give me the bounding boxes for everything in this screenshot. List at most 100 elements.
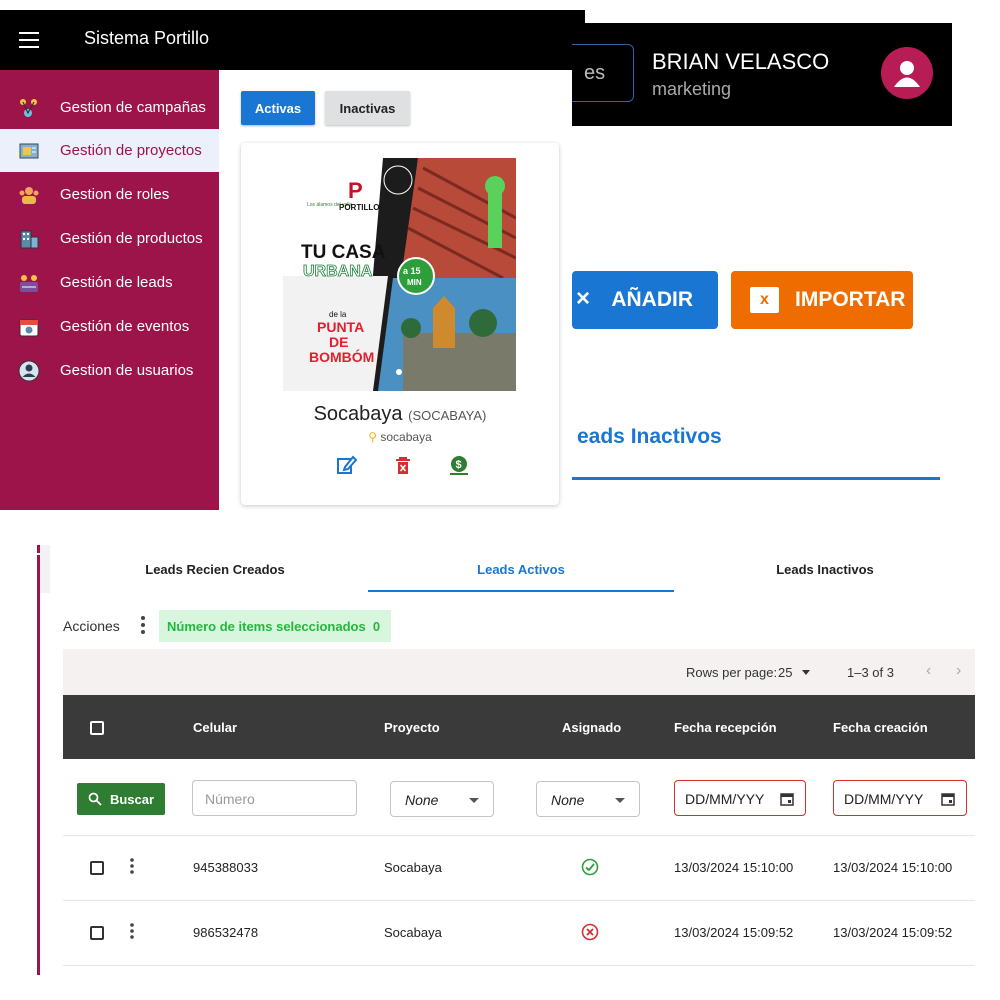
sidebar-item-label: Gestion de roles	[60, 186, 170, 203]
check-circle-icon	[581, 858, 599, 879]
project-actions: $	[335, 454, 470, 476]
sidebar-item-label: Gestion de campañas	[60, 99, 206, 116]
leads-panel: Leads Recien Creados Leads Activos Leads…	[35, 545, 975, 975]
cell-celular: 986532478	[193, 925, 259, 940]
caret-down-icon[interactable]	[802, 670, 810, 675]
excel-icon: x	[750, 287, 779, 313]
asignado-select-value: None	[551, 792, 585, 808]
sidebar-item-users[interactable]: Gestion de usuarios	[0, 349, 219, 392]
sidebar-item-label: Gestión de proyectos	[60, 142, 202, 159]
search-field-fragment[interactable]: es	[572, 44, 634, 102]
project-name: Socabaya (SOCABAYA)	[241, 403, 559, 426]
import-button[interactable]: x IMPORTAR	[731, 271, 913, 329]
search-button-label: Buscar	[109, 791, 155, 807]
avatar[interactable]	[881, 47, 933, 99]
project-image[interactable]: Los álamos del valle PORTILLO P TU CASA …	[283, 158, 516, 391]
column-header-fecha-recepcion[interactable]: Fecha recepción	[674, 720, 777, 735]
table-row[interactable]: 986532478 Socabaya 13/03/2024 15:09:52 1…	[63, 901, 975, 966]
rows-per-page-select[interactable]: 25	[778, 665, 792, 680]
rows-per-page-label: Rows per page:	[686, 665, 778, 680]
app-title: Sistema Portillo	[84, 28, 210, 48]
tab-leads-active[interactable]: Leads Activos	[368, 562, 674, 577]
fecha-recepcion-date-input[interactable]: DD/MM/YYY	[674, 780, 806, 816]
sidebar-item-campaigns[interactable]: Gestion de campañas	[0, 86, 219, 129]
location-text: socabaya	[380, 430, 432, 444]
person-icon	[894, 61, 920, 87]
roles-icon	[18, 184, 40, 206]
column-header-celular[interactable]: Celular	[193, 720, 237, 735]
building-icon	[18, 228, 40, 250]
sidebar-item-roles[interactable]: Gestion de roles	[0, 173, 219, 216]
chevron-right-icon[interactable]: ›	[956, 662, 961, 680]
sub-3: DE	[329, 334, 348, 350]
blueprint-icon	[18, 140, 40, 162]
edit-icon[interactable]	[335, 454, 358, 476]
menu-icon[interactable]	[19, 32, 39, 48]
search-button[interactable]: Buscar	[77, 783, 165, 815]
calendar-icon[interactable]	[940, 791, 956, 807]
date-placeholder: DD/MM/YYY	[685, 791, 765, 807]
app-bar: Sistema Portillo	[0, 10, 585, 70]
sidebar-item-projects[interactable]: Gestión de proyectos	[0, 129, 219, 172]
project-card: Los álamos del valle PORTILLO P TU CASA …	[241, 143, 559, 505]
selected-label: Número de items seleccionados	[167, 618, 366, 634]
pagination-bar: Rows per page: 25 1–3 of 3 ‹ ›	[63, 649, 975, 695]
chevron-left-icon[interactable]: ‹	[926, 662, 931, 680]
location-pin-icon: ⚲	[368, 430, 378, 444]
tab-leads-inactive[interactable]: Leads Inactivos	[675, 562, 975, 577]
svg-text:$: $	[456, 459, 462, 471]
cell-fecha-creacion: 13/03/2024 15:09:52	[833, 925, 953, 940]
row-checkbox[interactable]	[90, 926, 104, 940]
sidebar: Gestion de campañas Gestión de proyectos…	[0, 70, 219, 510]
cell-fecha-recepcion: 13/03/2024 15:10:00	[674, 860, 794, 875]
brand-p-logo: P	[348, 178, 363, 203]
proyecto-select[interactable]: None	[390, 781, 494, 817]
sub-1: de la	[329, 310, 347, 319]
projects-panel: Sistema Portillo Gestion de campañas Ges…	[0, 10, 585, 510]
actions-label: Acciones	[63, 618, 120, 634]
more-vert-icon[interactable]	[129, 921, 135, 941]
column-header-fecha-creacion[interactable]: Fecha creación	[833, 720, 928, 735]
sidebar-item-label: Gestion de usuarios	[60, 362, 194, 379]
money-icon[interactable]: $	[448, 454, 470, 476]
headline-1: TU CASA	[301, 242, 386, 263]
filter-tab-active[interactable]: Activas	[241, 91, 315, 125]
sidebar-item-events[interactable]: Gestión de eventos	[0, 305, 219, 348]
select-all-checkbox[interactable]	[90, 721, 104, 735]
more-vert-icon[interactable]	[138, 615, 148, 635]
sidebar-item-leads[interactable]: Gestión de leads	[0, 261, 219, 304]
user-header-panel: es BRIAN VELASCO marketing × AÑADIR x IM…	[572, 23, 952, 493]
sidebar-item-label: Gestión de productos	[60, 230, 203, 247]
sidebar-item-products[interactable]: Gestión de productos	[0, 217, 219, 260]
sidebar-item-label: Gestión de leads	[60, 274, 173, 291]
carousel-dot[interactable]	[396, 369, 402, 375]
tab-inactive-leads-fragment[interactable]: eads Inactivos	[577, 425, 722, 449]
sidebar-item-label: Gestión de eventos	[60, 318, 190, 335]
cancel-circle-icon	[581, 923, 599, 944]
proyecto-select-value: None	[405, 792, 439, 808]
more-vert-icon[interactable]	[129, 856, 135, 876]
fecha-creacion-date-input[interactable]: DD/MM/YYY	[833, 780, 967, 816]
selected-count-badge: Número de items seleccionados 0	[159, 610, 391, 642]
selected-count: 0	[372, 618, 381, 634]
cell-fecha-creacion: 13/03/2024 15:10:00	[833, 860, 953, 875]
date-placeholder: DD/MM/YYY	[844, 791, 924, 807]
numero-input[interactable]: Número	[192, 780, 357, 816]
table-row[interactable]: 945388033 Socabaya 13/03/2024 15:10:00 1…	[63, 836, 975, 901]
caret-down-icon	[615, 798, 625, 803]
delete-icon[interactable]	[392, 454, 414, 476]
asignado-select[interactable]: None	[536, 781, 640, 817]
row-checkbox[interactable]	[90, 861, 104, 875]
headline-2: URBANA	[303, 263, 373, 280]
user-role: marketing	[652, 79, 732, 99]
tab-underline	[572, 477, 940, 480]
column-header-proyecto[interactable]: Proyecto	[384, 720, 440, 735]
calendar-icon[interactable]	[779, 791, 795, 807]
add-button[interactable]: × AÑADIR	[572, 271, 718, 329]
user-name: BRIAN VELASCO	[652, 49, 830, 74]
column-header-asignado[interactable]: Asignado	[562, 720, 621, 735]
user-icon	[18, 360, 40, 382]
tab-leads-recent[interactable]: Leads Recien Creados	[65, 562, 365, 577]
table-header: Celular Proyecto Asignado Fecha recepció…	[63, 695, 975, 759]
filter-tab-inactive[interactable]: Inactivas	[325, 91, 410, 125]
